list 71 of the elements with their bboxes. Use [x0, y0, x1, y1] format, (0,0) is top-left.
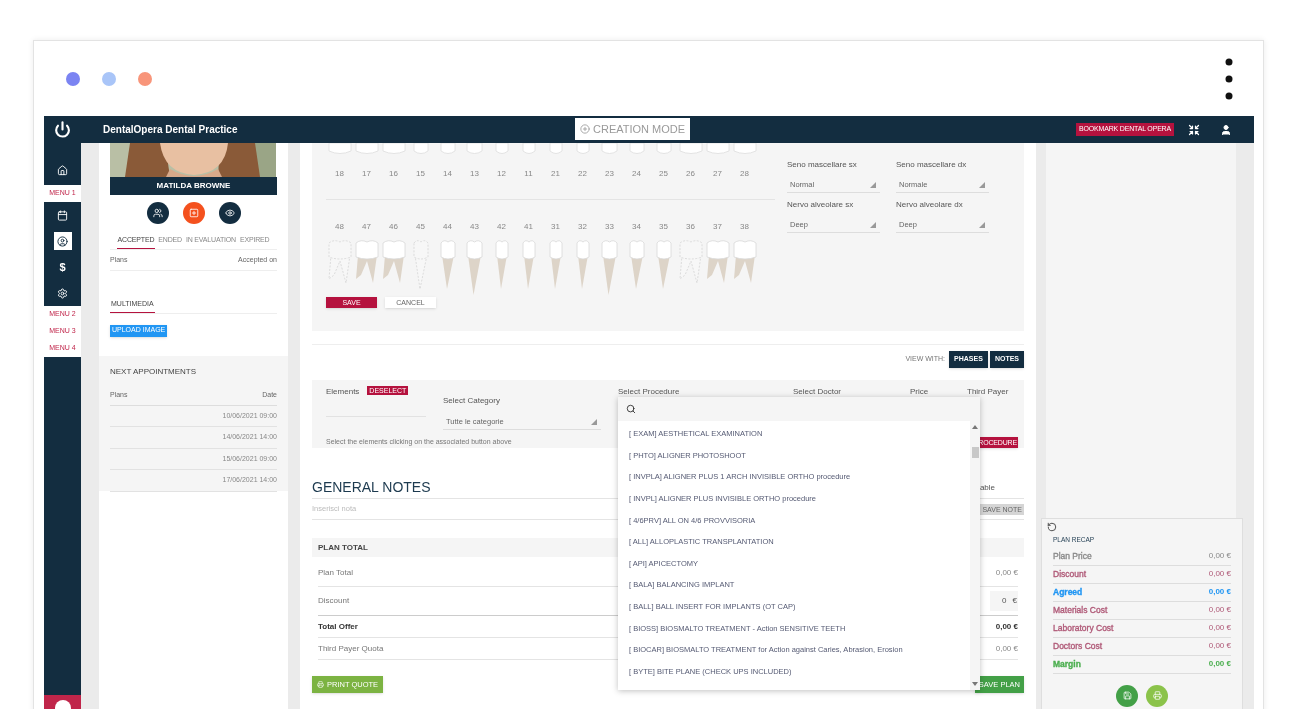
tooth-number[interactable]: 22: [578, 168, 587, 180]
field-label: Seno mascellare dx: [896, 159, 968, 171]
field-label: Nervo alveolare dx: [896, 199, 964, 211]
recap-value: 0,00 €: [1208, 550, 1231, 563]
field-label: Seno mascellare sx: [787, 159, 858, 171]
app-title: DentalOpera Dental Practice: [103, 123, 238, 137]
appointments-title: NEXT APPOINTMENTS: [110, 366, 198, 379]
side-text: able: [979, 482, 995, 494]
tooth-number[interactable]: 35: [659, 221, 668, 233]
tooth-number[interactable]: 32: [578, 221, 587, 233]
tooth-number[interactable]: 34: [632, 221, 641, 233]
tooth-number[interactable]: 45: [416, 221, 425, 233]
tooth-number[interactable]: 24: [632, 168, 641, 180]
total-label: Plan Total: [318, 567, 353, 579]
tooth-number[interactable]: 23: [605, 168, 614, 180]
tooth-number[interactable]: 18: [335, 168, 344, 180]
recap-value: 0,00 €: [1208, 658, 1231, 671]
tooth-number[interactable]: 43: [470, 221, 479, 233]
recap-label: Discount: [1053, 567, 1087, 581]
total-value: 0,00 €: [995, 567, 1018, 579]
tooth-number[interactable]: 37: [713, 221, 722, 233]
patient-name: MATILDA BROWNE: [110, 177, 277, 195]
tooth-number[interactable]: 28: [740, 168, 749, 180]
field-label: Price: [910, 386, 930, 398]
general-notes-title: GENERAL NOTES: [312, 480, 431, 494]
tooth-number[interactable]: 48: [335, 221, 344, 233]
tooth-number[interactable]: 46: [389, 221, 398, 233]
recap-value: 0,00 €: [1208, 622, 1231, 635]
tooth-number[interactable]: 16: [389, 168, 398, 180]
tooth-number[interactable]: 11: [524, 168, 533, 180]
tooth-number[interactable]: 47: [362, 221, 371, 233]
tooth-number[interactable]: 41: [524, 221, 533, 233]
tooth-number[interactable]: 44: [443, 221, 452, 233]
field-label: Third Payer: [967, 386, 1009, 398]
tooth-number[interactable]: 26: [686, 168, 695, 180]
recap-value: 0,00 €: [1208, 586, 1231, 599]
recap-value: 0,00 €: [1208, 640, 1231, 653]
recap-value: 0,00 €: [1208, 604, 1231, 617]
recap-label: Doctors Cost: [1053, 639, 1103, 653]
tooth-number[interactable]: 17: [362, 168, 371, 180]
tooth-number[interactable]: 42: [497, 221, 506, 233]
tooth-number[interactable]: 15: [416, 168, 425, 180]
tooth-number[interactable]: 14: [443, 168, 452, 180]
recap-label: Margin: [1053, 657, 1081, 671]
creation-mode-button[interactable]: CREATION MODE: [575, 118, 691, 140]
total-value: 0,00 €: [995, 642, 1018, 655]
total-value: 0,00 €: [995, 620, 1018, 633]
field-label: Select Procedure: [618, 386, 681, 398]
tooth-number[interactable]: 31: [551, 221, 560, 233]
tooth-number[interactable]: 27: [713, 168, 722, 180]
recap-label: Agreed: [1053, 585, 1083, 599]
recap-value: 0,00 €: [1208, 568, 1231, 581]
field-label: Nervo alveolare sx: [787, 199, 855, 211]
recap-label: Plan Price: [1053, 549, 1092, 563]
field-label: Select Doctor: [793, 386, 843, 398]
tooth-number[interactable]: 33: [605, 221, 614, 233]
tooth-number[interactable]: 38: [740, 221, 749, 233]
field-label: Select Category: [443, 396, 500, 405]
tooth-number[interactable]: 12: [497, 168, 506, 180]
total-label: Third Payer Quota: [318, 642, 384, 655]
tooth-number[interactable]: 36: [686, 221, 695, 233]
total-label: Total Offer: [318, 620, 358, 633]
tooth-number[interactable]: 25: [659, 168, 668, 180]
dollar-nav-item[interactable]: $: [53, 258, 72, 276]
elements-label: Elements: [326, 386, 360, 398]
total-label: Discount: [318, 595, 350, 607]
recap-label: Laboratory Cost: [1053, 621, 1114, 635]
tooth-number[interactable]: 21: [551, 168, 560, 180]
recap-label: Materials Cost: [1053, 603, 1108, 617]
tooth-number[interactable]: 13: [470, 168, 479, 180]
discount-field[interactable]: 0 €: [990, 591, 1018, 611]
